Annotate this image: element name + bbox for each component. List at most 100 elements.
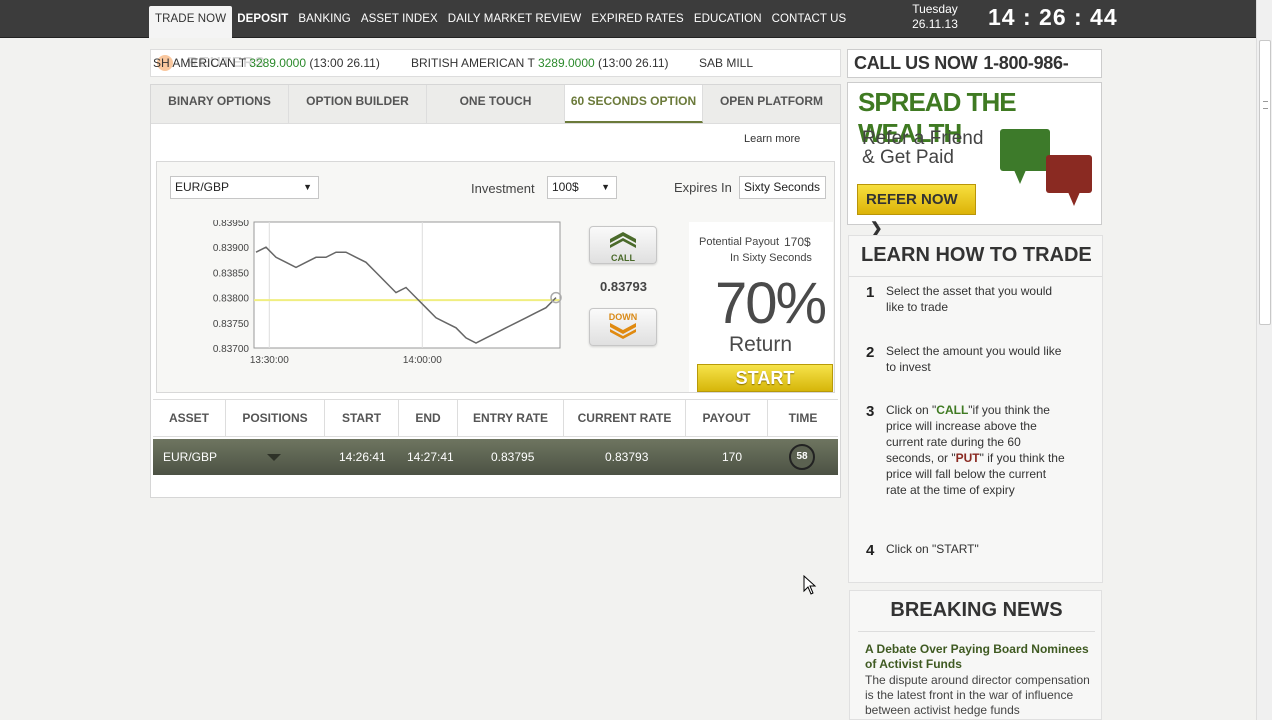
row-end: 14:27:41 — [407, 450, 454, 464]
chevron-down-icon: ▼ — [303, 182, 312, 192]
payout-label: Potential Payout — [699, 236, 780, 248]
payout-value: 170$ — [784, 235, 811, 249]
step-number: 2 — [866, 344, 875, 361]
row-asset: EUR/GBP — [163, 450, 218, 464]
option-tabs: BINARY OPTIONS OPTION BUILDER ONE TOUCH … — [151, 85, 840, 124]
tab-option-builder[interactable]: OPTION BUILDER — [289, 85, 427, 123]
ticker-time: (13:00 26.11) — [309, 56, 380, 70]
col-start: START — [325, 400, 399, 436]
expires-select[interactable]: Sixty Seconds — [739, 176, 826, 199]
nav-deposit[interactable]: DEPOSIT — [232, 6, 293, 38]
divider — [849, 276, 1102, 277]
tab-60-seconds-option[interactable]: 60 SECONDS OPTION — [565, 85, 703, 123]
return-percentage: 70% — [715, 271, 827, 336]
nav-banking[interactable]: BANKING — [293, 6, 355, 38]
call-keyword: CALL — [936, 403, 969, 417]
col-payout: PAYOUT — [686, 400, 768, 436]
refer-now-label: REFER NOW — [866, 191, 958, 208]
date-label: 26.11.13 — [912, 17, 958, 31]
investment-label: Investment — [471, 181, 535, 196]
y-tick-label: 0.83800 — [213, 294, 250, 305]
ticker-item: SAB MILL — [699, 50, 753, 76]
col-end: END — [399, 400, 458, 436]
spread-subtitle-line2: & Get Paid — [862, 147, 954, 168]
ticker-name: SH AMERICAN T — [153, 56, 246, 70]
news-body: The dispute around director compensation… — [865, 673, 1090, 717]
call-label: CALL — [611, 253, 635, 263]
scrollbar-thumb[interactable] — [1259, 40, 1271, 325]
expand-arrow-icon[interactable] — [267, 454, 281, 461]
breaking-news: BREAKING NEWS A Debate Over Paying Board… — [849, 590, 1102, 720]
y-tick-label: 0.83750 — [213, 319, 250, 330]
nav-daily-market-review[interactable]: DAILY MARKET REVIEW — [443, 6, 587, 38]
mouse-cursor-icon — [803, 575, 817, 595]
x-tick-label: 13:30:00 — [250, 355, 289, 366]
nav-contact-us[interactable]: CONTACT US — [767, 6, 852, 38]
top-navbar: TRADE NOW DEPOSIT BANKING ASSET INDEX DA… — [0, 0, 1256, 38]
learn-how-to-trade: LEARN HOW TO TRADE 1 Select the asset th… — [848, 235, 1103, 583]
chevron-down-icon: ▼ — [601, 182, 610, 192]
investment-select[interactable]: 100$ ▼ — [547, 176, 617, 199]
payout-box: Potential Payout 170$ In Sixty Seconds 7… — [689, 222, 833, 392]
x-tick-label: 14:00:00 — [403, 355, 442, 366]
countdown-timer: 58 — [789, 444, 815, 470]
handshake-bubble-icon — [1000, 129, 1050, 184]
news-headline-link[interactable]: A Debate Over Paying Board Nominees of A… — [865, 642, 1095, 672]
spread-subtitle: Refer a Friend & Get Paid — [862, 129, 983, 167]
trade-box: EUR/GBP ▼ Investment 100$ ▼ Expires In S… — [156, 161, 835, 393]
expires-value: Sixty Seconds — [744, 180, 821, 194]
step-text: Click on "CALL"if you think the price wi… — [886, 403, 1065, 497]
step-number: 3 — [866, 403, 875, 420]
call-button[interactable]: CALL — [589, 226, 657, 264]
current-rate: 0.83793 — [600, 279, 647, 294]
nav-expired-rates[interactable]: EXPIRED RATES — [586, 6, 688, 38]
learn-more-link[interactable]: Learn more — [744, 133, 800, 145]
referral-banner[interactable]: SPREAD THE WEALTH Refer a Friend & Get P… — [847, 82, 1102, 237]
nav-asset-index[interactable]: ASSET INDEX — [356, 6, 443, 38]
start-button[interactable]: START — [697, 364, 833, 392]
news-title: BREAKING NEWS — [890, 599, 1063, 621]
trading-panel: BINARY OPTIONS OPTION BUILDER ONE TOUCH … — [150, 84, 841, 498]
step-text: Click on "START" — [886, 542, 979, 556]
col-time: TIME — [788, 411, 818, 425]
nav-education[interactable]: EDUCATION — [689, 6, 767, 38]
col-asset: ASSET — [153, 400, 226, 436]
spread-subtitle-line1: Refer a Friend — [862, 128, 984, 149]
y-tick-label: 0.83950 — [213, 220, 250, 229]
tab-binary-options[interactable]: BINARY OPTIONS — [151, 85, 289, 123]
col-entry-rate: ENTRY RATE — [458, 400, 564, 436]
step-number: 1 — [866, 284, 875, 301]
vertical-scrollbar[interactable] — [1256, 0, 1272, 720]
ticker-time: (13:00 26.11) — [598, 56, 669, 70]
refer-now-button[interactable]: REFER NOW ❯ — [857, 184, 976, 237]
tab-one-touch[interactable]: ONE TOUCH — [427, 85, 565, 123]
price-chart: 0.83950 0.83900 0.83850 0.83800 0.83750 0.837… — [213, 220, 562, 366]
tab-open-platform[interactable]: OPEN PLATFORM — [703, 85, 840, 123]
row-payout: 170 — [722, 450, 743, 464]
ticker-price: 3289.0000 — [249, 56, 306, 70]
stock-ticker: REUTERS SH AMERICAN T 3289.0000 (13:00 2… — [150, 49, 841, 77]
call-arrow-icon — [610, 232, 636, 248]
row-start: 14:26:41 — [339, 450, 386, 464]
date-display: Tuesday 26.11.13 — [906, 2, 964, 32]
step-text-part: Click on — [886, 403, 933, 417]
down-button[interactable]: DOWN — [589, 308, 657, 346]
nav-trade-now[interactable]: TRADE NOW — [149, 6, 233, 38]
ticker-item: SH AMERICAN T 3289.0000 (13:00 26.11) — [153, 50, 380, 76]
asset-select[interactable]: EUR/GBP ▼ — [170, 176, 319, 199]
col-positions: POSITIONS — [226, 400, 325, 436]
asset-value: EUR/GBP — [175, 180, 230, 194]
y-tick-label: 0.83900 — [213, 243, 250, 254]
call-us-banner: CALL US NOW1-800-986-6750 — [847, 49, 1102, 100]
handshake-bubble-icon — [1046, 155, 1092, 206]
step-text: Select the amount you would like to inve… — [886, 344, 1062, 374]
row-current-rate: 0.83793 — [605, 450, 649, 464]
ticker-name: BRITISH AMERICAN T — [411, 56, 535, 70]
divider — [858, 631, 1095, 632]
main-nav: TRADE NOW DEPOSIT BANKING ASSET INDEX DA… — [149, 6, 851, 38]
clock: 14 : 26 : 44 — [988, 4, 1118, 30]
col-current-rate: CURRENT RATE — [564, 400, 686, 436]
table-row[interactable]: EUR/GBP 14:26:41 14:27:41 0.83795 0.8379… — [153, 439, 838, 475]
expires-label: Expires In — [674, 180, 732, 195]
step-number: 4 — [866, 542, 875, 559]
